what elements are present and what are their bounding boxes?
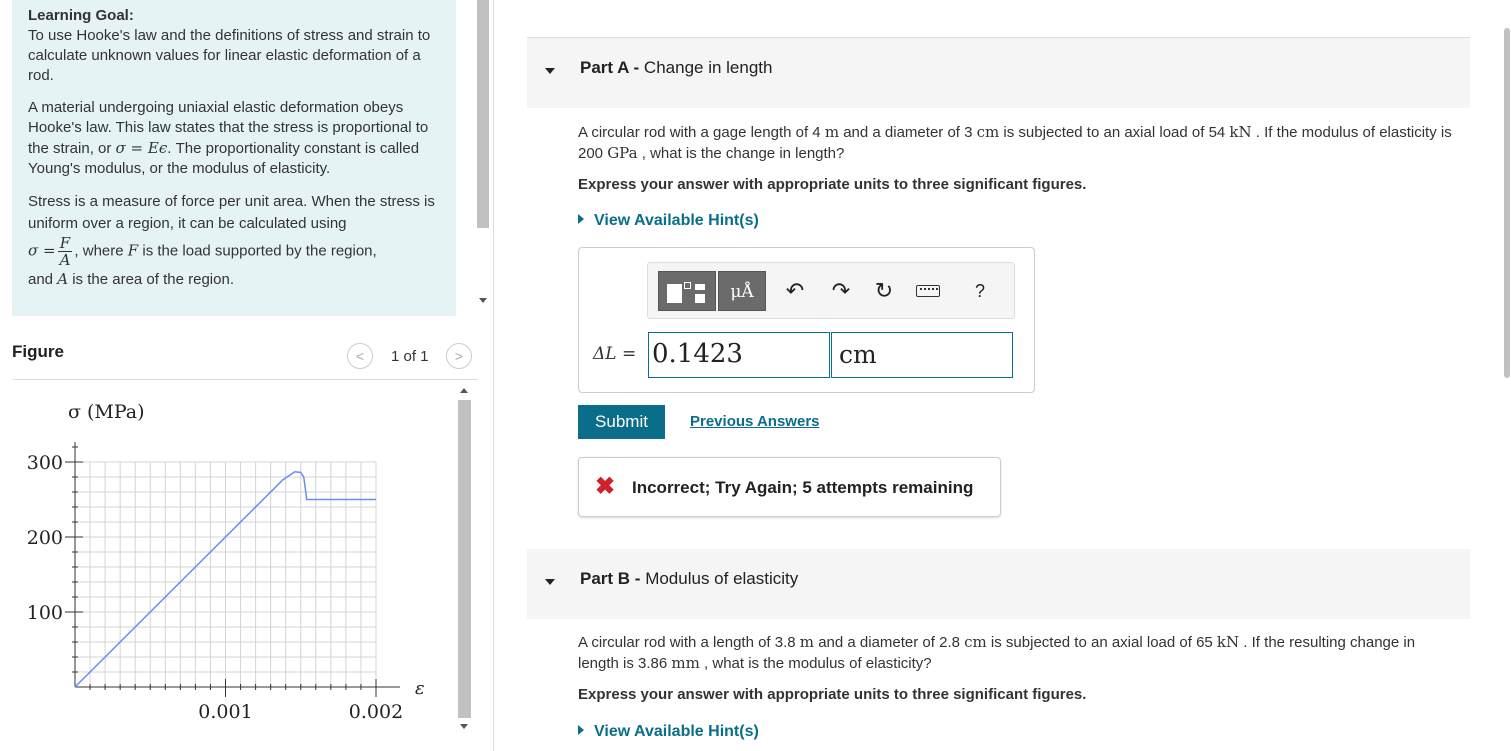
learning-goal-panel: Learning Goal: To use Hooke's law and th… (12, 0, 456, 316)
scroll-down-arrow-icon[interactable] (460, 724, 468, 729)
page-scrollbar[interactable] (1503, 0, 1511, 751)
y-axis-label: σ (MPa) (68, 401, 145, 423)
keyboard-icon[interactable] (916, 285, 940, 297)
value-input[interactable]: 0.1423 (648, 332, 830, 378)
part-b-question: A circular rod with a length of 3.8 m an… (578, 633, 1416, 672)
figure-title: Figure (12, 342, 64, 361)
scrollbar-thumb[interactable] (477, 0, 489, 228)
incorrect-x-icon: ✖ (595, 473, 616, 500)
feedback-text: Incorrect; Try Again; 5 attempts remaini… (632, 478, 974, 497)
y-tick-label: 200 (27, 527, 63, 549)
part-b-header[interactable]: Part B - Modulus of elasticity (527, 549, 1470, 619)
answer-label: ΔL = (593, 344, 637, 364)
part-b-hint-link[interactable]: View Available Hint(s) (578, 723, 759, 741)
units-button[interactable]: μÅ (718, 271, 766, 311)
y-tick-label: 100 (27, 602, 63, 624)
scroll-down-arrow-icon[interactable] (479, 298, 487, 303)
part-a-question: A circular rod with a gage length of 4 m… (578, 123, 1452, 162)
expand-triangle-icon (578, 214, 584, 224)
figure-header: Figure < 1 of 1 > (12, 338, 478, 380)
stress-fraction: FA (57, 235, 73, 269)
part-a-instructions: Express your answer with appropriate uni… (578, 176, 1087, 193)
expand-triangle-icon (578, 725, 584, 735)
scrollbar-thumb[interactable] (458, 400, 471, 718)
fraction-denominator: A (59, 251, 71, 269)
answer-box: μÅ ↶ ↷ ↻ ? ΔL = 0.1423 cm (578, 247, 1035, 393)
submit-button[interactable]: Submit (578, 405, 665, 439)
p3-text-b: , where (74, 242, 128, 260)
unit-input[interactable]: cm (831, 332, 1013, 378)
y-tick-label: 300 (27, 452, 63, 474)
hookes-law-equation: σ = Eϵ (115, 139, 168, 157)
x-tick-label: 0.001 (198, 701, 252, 723)
help-icon[interactable]: ? (966, 279, 994, 303)
learning-goal-heading: Learning Goal: (28, 7, 134, 24)
stress-strain-chart: 0.001 0.002 100 200 300 σ (MPa) ε (27, 401, 425, 723)
next-figure-button[interactable]: > (446, 343, 472, 369)
figure-scrollbar[interactable] (456, 382, 473, 740)
left-panel: Learning Goal: To use Hooke's law and th… (0, 0, 494, 751)
x-axis-label: ε (415, 678, 425, 699)
p3-var-a: A (57, 270, 69, 288)
p3-text-e: is the area of the region. (68, 271, 234, 288)
stress-paragraph: Stress is a measure of force per unit ar… (28, 191, 446, 291)
math-toolbar: μÅ ↶ ↷ ↻ ? (647, 262, 1015, 319)
scroll-up-arrow-icon[interactable] (460, 388, 468, 393)
x-tick-label: 0.002 (349, 701, 403, 723)
templates-button[interactable] (658, 271, 716, 311)
part-a-title[interactable]: Part A - Change in length (580, 58, 772, 78)
redo-icon[interactable]: ↷ (827, 279, 855, 303)
p3-var-f: F (127, 241, 139, 260)
part-a-hint-link[interactable]: View Available Hint(s) (578, 212, 759, 230)
feedback-box: ✖ Incorrect; Try Again; 5 attempts remai… (578, 457, 1001, 517)
part-a-header[interactable]: Part A - Change in length (527, 38, 1470, 108)
learning-goal-intro: To use Hooke's law and the definitions o… (28, 27, 431, 84)
previous-figure-button[interactable]: < (347, 343, 373, 369)
scrollbar-thumb[interactable] (1504, 28, 1510, 378)
hookes-law-paragraph: A material undergoing uniaxial elastic d… (28, 98, 446, 179)
undo-icon[interactable]: ↶ (781, 279, 809, 303)
p3-text-d: and (28, 271, 58, 288)
figure-page-indicator: 1 of 1 (391, 348, 429, 365)
part-b-title[interactable]: Part B - Modulus of elasticity (580, 569, 798, 589)
reset-icon[interactable]: ↻ (870, 279, 898, 303)
part-b-instructions: Express your answer with appropriate uni… (578, 686, 1087, 703)
fraction-numerator: F (57, 235, 73, 252)
stress-eq-sigma: σ = (28, 241, 56, 260)
questions-panel: Part A - Change in length A circular rod… (495, 0, 1495, 751)
previous-answers-link[interactable]: Previous Answers (690, 413, 820, 430)
learning-goal-scrollbar[interactable] (475, 0, 492, 316)
p3-text-a: Stress is a measure of force per unit ar… (28, 193, 435, 232)
collapse-triangle-icon[interactable] (545, 579, 555, 585)
collapse-triangle-icon[interactable] (545, 68, 555, 74)
p3-text-c: is the load supported by the region, (138, 242, 377, 260)
